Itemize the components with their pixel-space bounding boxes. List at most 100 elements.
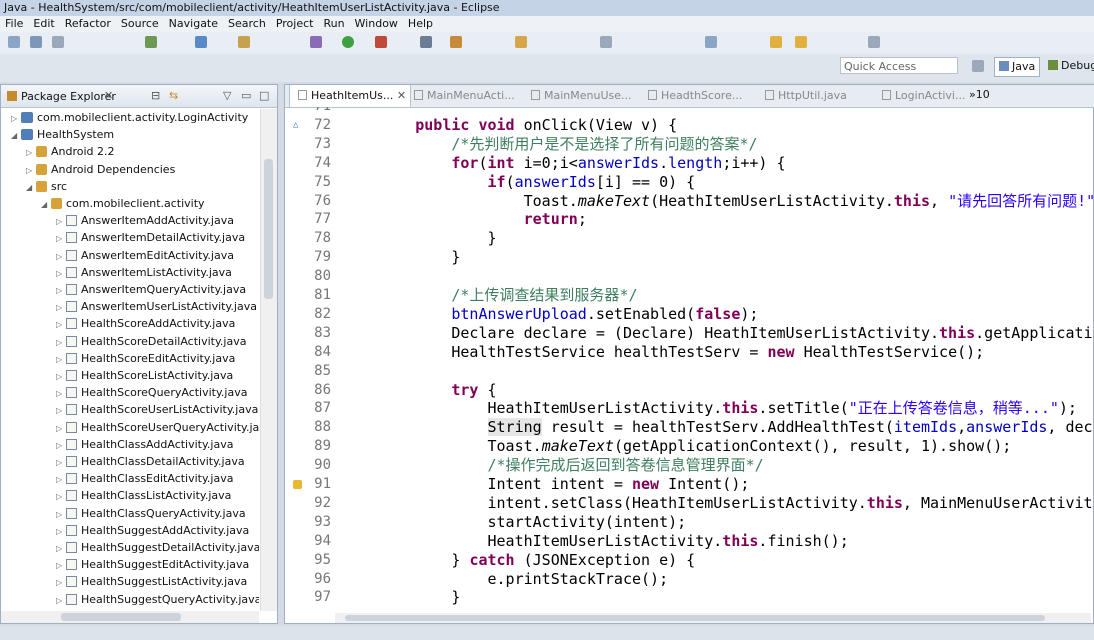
code-line[interactable]: String result = healthTestServ.AddHealth… xyxy=(343,418,1093,437)
code-line[interactable]: HeathItemUserListActivity.this.setTitle(… xyxy=(343,399,1076,418)
code-line[interactable]: HealthTestService healthTestServ = new H… xyxy=(343,343,984,362)
tree-item[interactable]: ▷ AnswerItemEditActivity.java xyxy=(56,247,234,264)
code-line[interactable]: for(int i=0;i<answerIds.length;i++) { xyxy=(343,154,785,173)
tree-item[interactable]: ▷ HealthClassListActivity.java xyxy=(56,487,231,504)
expanded-arrow-icon[interactable]: ◢ xyxy=(11,127,21,144)
link-editor-icon[interactable]: ⇆ xyxy=(169,89,178,102)
scroll-thumb[interactable] xyxy=(264,159,273,299)
collapsed-arrow-icon[interactable]: ▷ xyxy=(56,420,66,437)
code-line[interactable]: intent.setClass(HeathItemUserListActivit… xyxy=(343,494,1093,513)
tree-horizontal-scrollbar[interactable] xyxy=(1,611,259,623)
collapsed-arrow-icon[interactable]: ▷ xyxy=(56,230,66,247)
tree-item[interactable]: ▷ HealthSuggestEditActivity.java xyxy=(56,556,249,573)
collapsed-arrow-icon[interactable]: ▷ xyxy=(56,316,66,333)
code-line[interactable]: return; xyxy=(343,210,587,229)
tree-vertical-scrollbar[interactable] xyxy=(260,109,277,611)
tree-item[interactable]: ▷ HealthScoreUserQueryActivity.jav xyxy=(56,419,259,436)
code-line[interactable]: btnAnswerUpload.setEnabled(false); xyxy=(343,305,758,324)
open-folder-icon[interactable] xyxy=(515,36,527,48)
override-marker-icon[interactable]: △ xyxy=(293,120,298,130)
code-line[interactable]: e.printStackTrace(); xyxy=(343,570,668,589)
editor-horizontal-scrollbar[interactable] xyxy=(335,613,1091,623)
code-line[interactable]: Toast.makeText(getApplicationContext(), … xyxy=(343,437,1011,456)
forward-icon[interactable] xyxy=(795,36,807,48)
code-line[interactable]: /*上传调查结果到服务器*/ xyxy=(343,286,637,305)
more-tabs-button[interactable]: »10 xyxy=(969,88,990,101)
code-line[interactable]: } xyxy=(343,248,460,267)
tree-item[interactable]: ▷ HealthClassAddActivity.java xyxy=(56,436,233,453)
tree-item[interactable]: ▷ HealthClassEditActivity.java xyxy=(56,470,233,487)
tree-item[interactable]: ◢ com.mobileclient.activity xyxy=(41,195,205,212)
collapsed-arrow-icon[interactable]: ▷ xyxy=(56,265,66,282)
editor-tab[interactable]: MainMenuActi... xyxy=(406,85,524,107)
collapsed-arrow-icon[interactable]: ▷ xyxy=(56,299,66,316)
tree-item[interactable]: ▷ HealthScoreDetailActivity.java xyxy=(56,333,246,350)
tree-item[interactable]: ▷ HealthScoreUserListActivity.java xyxy=(56,401,258,418)
tree-item[interactable]: ▷ HealthSuggestAddActivity.java xyxy=(56,522,249,539)
open-perspective-icon[interactable] xyxy=(972,60,984,72)
code-line[interactable]: } xyxy=(343,588,460,607)
tree-item[interactable]: ◢ src xyxy=(26,178,67,195)
tree-item[interactable]: ▷ AnswerItemDetailActivity.java xyxy=(56,229,245,246)
tree-item[interactable]: ◢ HealthSystem xyxy=(11,126,114,143)
menu-item-navigate[interactable]: Navigate xyxy=(164,16,223,32)
collapsed-arrow-icon[interactable]: ▷ xyxy=(56,213,66,230)
collapsed-arrow-icon[interactable]: ▷ xyxy=(56,557,66,574)
menu-item-file[interactable]: File xyxy=(0,16,28,32)
quick-access-input[interactable]: Quick Access xyxy=(840,57,958,74)
menu-item-edit[interactable]: Edit xyxy=(28,16,59,32)
tree-item[interactable]: ▷ AnswerItemUserListActivity.java xyxy=(56,298,257,315)
maximize-icon[interactable]: □ xyxy=(259,89,269,102)
code-line[interactable]: } catch (JSONException e) { xyxy=(343,551,695,570)
collapsed-arrow-icon[interactable]: ▷ xyxy=(56,248,66,265)
collapsed-arrow-icon[interactable]: ▷ xyxy=(56,385,66,402)
collapsed-arrow-icon[interactable]: ▷ xyxy=(26,144,36,161)
collapsed-arrow-icon[interactable]: ▷ xyxy=(56,402,66,419)
print-icon[interactable] xyxy=(52,36,64,48)
code-line[interactable]: try { xyxy=(343,381,496,400)
code-line[interactable]: Declare declare = (Declare) HeathItemUse… xyxy=(343,324,1093,343)
tree-item[interactable]: ▷ AnswerItemQueryActivity.java xyxy=(56,281,246,298)
save-icon[interactable] xyxy=(30,36,42,48)
pin-icon[interactable] xyxy=(868,36,880,48)
run-icon[interactable] xyxy=(342,36,354,48)
collapsed-arrow-icon[interactable]: ▷ xyxy=(56,368,66,385)
collapsed-arrow-icon[interactable]: ▷ xyxy=(11,110,21,127)
android-sdk-icon[interactable] xyxy=(145,36,157,48)
scroll-thumb[interactable] xyxy=(61,613,181,621)
search-icon[interactable] xyxy=(420,36,432,48)
collapsed-arrow-icon[interactable]: ▷ xyxy=(56,471,66,488)
annotation-icon[interactable] xyxy=(600,36,612,48)
java-perspective-button[interactable]: Java xyxy=(994,57,1041,77)
new-icon[interactable] xyxy=(8,36,20,48)
tree-item[interactable]: ▷ com.mobileclient.activity.LoginActivity xyxy=(11,109,248,126)
close-icon[interactable]: ✕ xyxy=(104,89,113,102)
tree-item[interactable]: ▷ AnswerItemAddActivity.java xyxy=(56,212,234,229)
code-line[interactable]: } xyxy=(343,229,496,248)
tree-item[interactable]: ▷ HealthScoreEditActivity.java xyxy=(56,350,235,367)
code-line[interactable]: if(answerIds[i] == 0) { xyxy=(343,173,696,192)
checkbox-icon[interactable] xyxy=(195,36,207,48)
collapsed-arrow-icon[interactable]: ▷ xyxy=(56,454,66,471)
expanded-arrow-icon[interactable]: ◢ xyxy=(26,179,36,196)
tree-item[interactable]: ▷ Android Dependencies xyxy=(26,161,175,178)
code-line[interactable]: Toast.makeText(HeathItemUserListActivity… xyxy=(343,192,1093,211)
collapsed-arrow-icon[interactable]: ▷ xyxy=(56,574,66,591)
debug-perspective-button[interactable]: Debug xyxy=(1048,57,1094,75)
warning-marker-icon[interactable] xyxy=(293,480,302,489)
back-icon[interactable] xyxy=(770,36,782,48)
collapsed-arrow-icon[interactable]: ▷ xyxy=(56,488,66,505)
menu-item-refactor[interactable]: Refactor xyxy=(60,16,116,32)
external-tools-icon[interactable] xyxy=(375,36,387,48)
collapsed-arrow-icon[interactable]: ▷ xyxy=(56,334,66,351)
collapsed-arrow-icon[interactable]: ▷ xyxy=(26,162,36,179)
tree-item[interactable]: ▷ HealthClassDetailActivity.java xyxy=(56,453,245,470)
code-line[interactable]: public void onClick(View v) { xyxy=(343,116,677,135)
tree-item[interactable]: ▷ HealthScoreListActivity.java xyxy=(56,367,233,384)
code-area[interactable]: 7172 public void onClick(View v) {73 /*先… xyxy=(285,107,1093,613)
tree-item[interactable]: ▷ HealthScoreAddActivity.java xyxy=(56,315,235,332)
tree-item[interactable]: ▷ HealthScoreQueryActivity.java xyxy=(56,384,247,401)
editor-tab[interactable]: HttpUtil.java xyxy=(757,85,875,107)
editor-tab[interactable]: HeathItemUs... ✕ xyxy=(289,85,411,107)
code-line[interactable]: HeathItemUserListActivity.this.finish(); xyxy=(343,532,848,551)
